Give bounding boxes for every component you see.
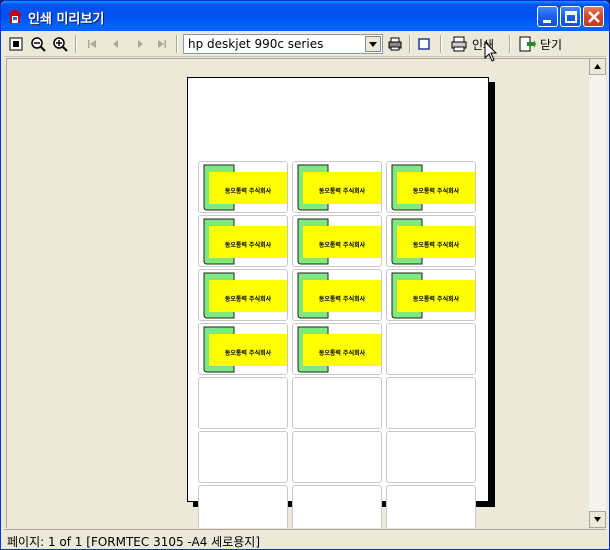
maximize-button[interactable] (560, 6, 581, 27)
label-company-text: 동오통력 주식회사 (224, 296, 272, 303)
label-cell (386, 485, 476, 528)
minimize-icon (543, 20, 551, 23)
scroll-down-button[interactable] (589, 511, 606, 528)
printer-name: hp deskjet 990c series (188, 37, 324, 51)
label-cell: 동오통력 주식회사 (292, 161, 382, 213)
first-page-button[interactable] (82, 34, 102, 54)
label-company-text: 동오통력 주식회사 (318, 296, 366, 303)
label-cell: 동오통력 주식회사 (386, 215, 476, 267)
label-cell (386, 323, 476, 375)
label-cell: 동오통력 주식회사 (292, 215, 382, 267)
toolbar-separator (75, 35, 77, 53)
label-cell: 동오통력 주식회사 (198, 161, 288, 213)
printer-dropdown[interactable]: hp deskjet 990c series (183, 34, 383, 54)
label-company-text: 동오통력 주식회사 (224, 188, 272, 195)
maximize-icon (565, 11, 577, 23)
label-cell (386, 431, 476, 483)
app-icon (7, 8, 23, 24)
label-sheet-page: 동오통력 주식회사 동오통력 주식회사 동오통력 주식회사 동오통력 주식회사 동오통력… (187, 77, 489, 528)
label-company-text: 동오통력 주식회사 (224, 350, 272, 357)
close-preview-button[interactable]: 닫기 (518, 34, 562, 54)
label-company-text: 동오통력 주식회사 (318, 350, 366, 357)
print-preview-window: 인쇄 미리보기 hp deskjet 990c series 인쇄 닫기 동오통… (0, 0, 610, 550)
label-cell: 동오통력 주식회사 (198, 215, 288, 267)
toolbar-separator (176, 35, 178, 53)
zoom-out-icon (31, 37, 46, 52)
chevron-down-icon (369, 42, 377, 47)
zoom-out-button[interactable] (28, 34, 48, 54)
prev-page-button[interactable] (106, 34, 126, 54)
label-company-text: 동오통력 주식회사 (412, 296, 460, 303)
close-label: 닫기 (540, 37, 563, 52)
label-cell: 동오통력 주식회사 (386, 269, 476, 321)
label-cell (292, 377, 382, 429)
fit-page-button[interactable] (6, 34, 26, 54)
preview-area: 동오통력 주식회사 동오통력 주식회사 동오통력 주식회사 동오통력 주식회사 동오통력… (6, 58, 589, 528)
printer-setup-icon (388, 37, 402, 51)
prev-page-icon (113, 40, 118, 48)
arrow-down-icon (594, 517, 601, 522)
zoom-in-button[interactable] (50, 34, 70, 54)
page-layout-button[interactable] (414, 34, 434, 54)
label-cell (386, 377, 476, 429)
label-cell: 동오통력 주식회사 (292, 323, 382, 375)
toolbar-separator (509, 35, 511, 53)
label-company-text: 동오통력 주식회사 (412, 242, 460, 249)
label-cell (198, 431, 288, 483)
zoom-in-icon (53, 37, 68, 52)
window-title: 인쇄 미리보기 (28, 12, 105, 27)
label-company-text: 동오통력 주식회사 (412, 188, 460, 195)
arrow-up-icon (594, 64, 601, 69)
next-page-icon (138, 40, 143, 48)
page-layout-icon (418, 38, 430, 50)
next-page-button[interactable] (130, 34, 150, 54)
label-company-text: 동오통력 주식회사 (224, 242, 272, 249)
label-cell (292, 431, 382, 483)
title-bar[interactable]: 인쇄 미리보기 (1, 1, 609, 31)
close-doc-icon (519, 36, 536, 52)
close-button[interactable] (583, 6, 604, 27)
toolbar-separator (440, 35, 442, 53)
status-text: 페이지: 1 of 1 [FORMTEC 3105 -A4 세로용지] (7, 535, 261, 549)
vertical-scrollbar[interactable] (589, 58, 606, 528)
last-page-button[interactable] (152, 34, 172, 54)
mouse-cursor-icon (484, 41, 498, 62)
first-page-icon (88, 40, 96, 48)
label-cell: 동오통력 주식회사 (198, 323, 288, 375)
preview-toolbar: hp deskjet 990c series 인쇄 닫기 (4, 31, 606, 57)
label-cell: 동오통력 주식회사 (198, 269, 288, 321)
printer-setup-button[interactable] (385, 34, 405, 54)
label-cell (198, 485, 288, 528)
toolbar-separator (409, 35, 411, 53)
status-bar: 페이지: 1 of 1 [FORMTEC 3105 -A4 세로용지] (4, 529, 606, 549)
label-company-text: 동오통력 주식회사 (318, 188, 366, 195)
label-cell: 동오통력 주식회사 (292, 269, 382, 321)
label-cell: 동오통력 주식회사 (386, 161, 476, 213)
close-icon (588, 11, 600, 23)
label-cell (292, 485, 382, 528)
print-icon (451, 36, 467, 52)
fit-page-icon (9, 37, 23, 51)
label-cell (198, 377, 288, 429)
last-page-icon (158, 40, 166, 48)
label-company-text: 동오통력 주식회사 (318, 242, 366, 249)
minimize-button[interactable] (537, 6, 558, 27)
dropdown-arrow-button[interactable] (365, 36, 381, 52)
scroll-up-button[interactable] (589, 58, 606, 75)
